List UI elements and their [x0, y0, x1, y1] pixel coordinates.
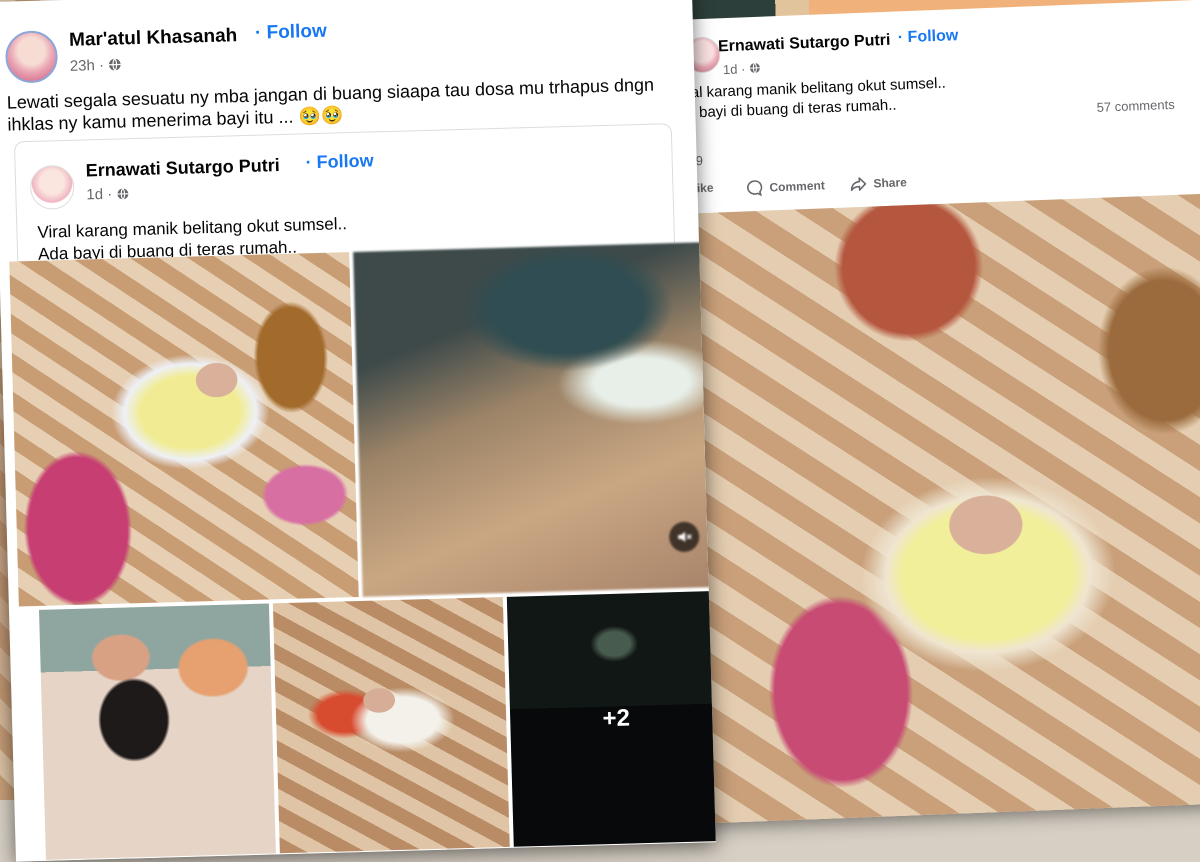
right-post-card: Ernawati Sutargo Putri · Follow 1d · ral…: [674, 0, 1200, 824]
left-post-card: Mar'atul Khasanah · Follow 23h · Lewati …: [0, 0, 716, 862]
separator: ·: [305, 152, 312, 173]
globe-icon: [749, 62, 760, 74]
share-button[interactable]: Share: [849, 173, 907, 193]
post-text: ral karang manik belitang okut sumsel.. …: [685, 74, 946, 124]
globe-icon: [117, 188, 129, 200]
photo-3[interactable]: [38, 603, 276, 860]
post-time[interactable]: 1d ·: [723, 61, 762, 77]
follow-button[interactable]: · Follow: [898, 27, 959, 47]
share-label: Share: [873, 175, 908, 191]
follow-button[interactable]: · Follow: [255, 21, 327, 45]
follow-button[interactable]: · Follow: [305, 150, 374, 173]
post-time[interactable]: 1d ·: [86, 185, 129, 203]
globe-icon: [109, 58, 122, 71]
post-time[interactable]: 23h ·: [69, 56, 123, 75]
follow-label: Follow: [907, 27, 959, 47]
follow-label: Follow: [316, 150, 374, 172]
more-photos-count: +2: [506, 590, 716, 847]
author-name[interactable]: Mar'atul Khasanah: [69, 25, 238, 52]
separator: ·: [98, 56, 105, 75]
shared-author-name[interactable]: Ernawati Sutargo Putri: [85, 155, 280, 181]
comment-label: Comment: [769, 178, 826, 195]
separator: ·: [740, 61, 746, 77]
separator: ·: [254, 22, 262, 44]
comment-icon: [747, 180, 763, 197]
mute-icon[interactable]: [668, 521, 700, 553]
author-name[interactable]: Ernawati Sutargo Putri: [718, 32, 891, 57]
photo-5[interactable]: +2: [506, 590, 716, 847]
comments-count[interactable]: 57 comments: [1096, 97, 1175, 115]
post-photo[interactable]: [682, 192, 1200, 824]
photo-4[interactable]: [272, 596, 510, 854]
time-label: 1d: [86, 185, 104, 204]
comment-button[interactable]: Comment: [745, 176, 825, 197]
separator: ·: [107, 185, 113, 203]
video-thumbnail[interactable]: [353, 242, 716, 597]
share-icon: [850, 177, 867, 192]
time-label: 23h: [69, 57, 96, 75]
time-label: 1d: [722, 61, 738, 78]
avatar[interactable]: [4, 30, 59, 84]
photo-1[interactable]: [9, 252, 359, 607]
avatar[interactable]: [29, 164, 75, 210]
follow-label: Follow: [266, 20, 328, 44]
separator: ·: [897, 29, 904, 47]
photo-grid: +2: [9, 242, 716, 862]
